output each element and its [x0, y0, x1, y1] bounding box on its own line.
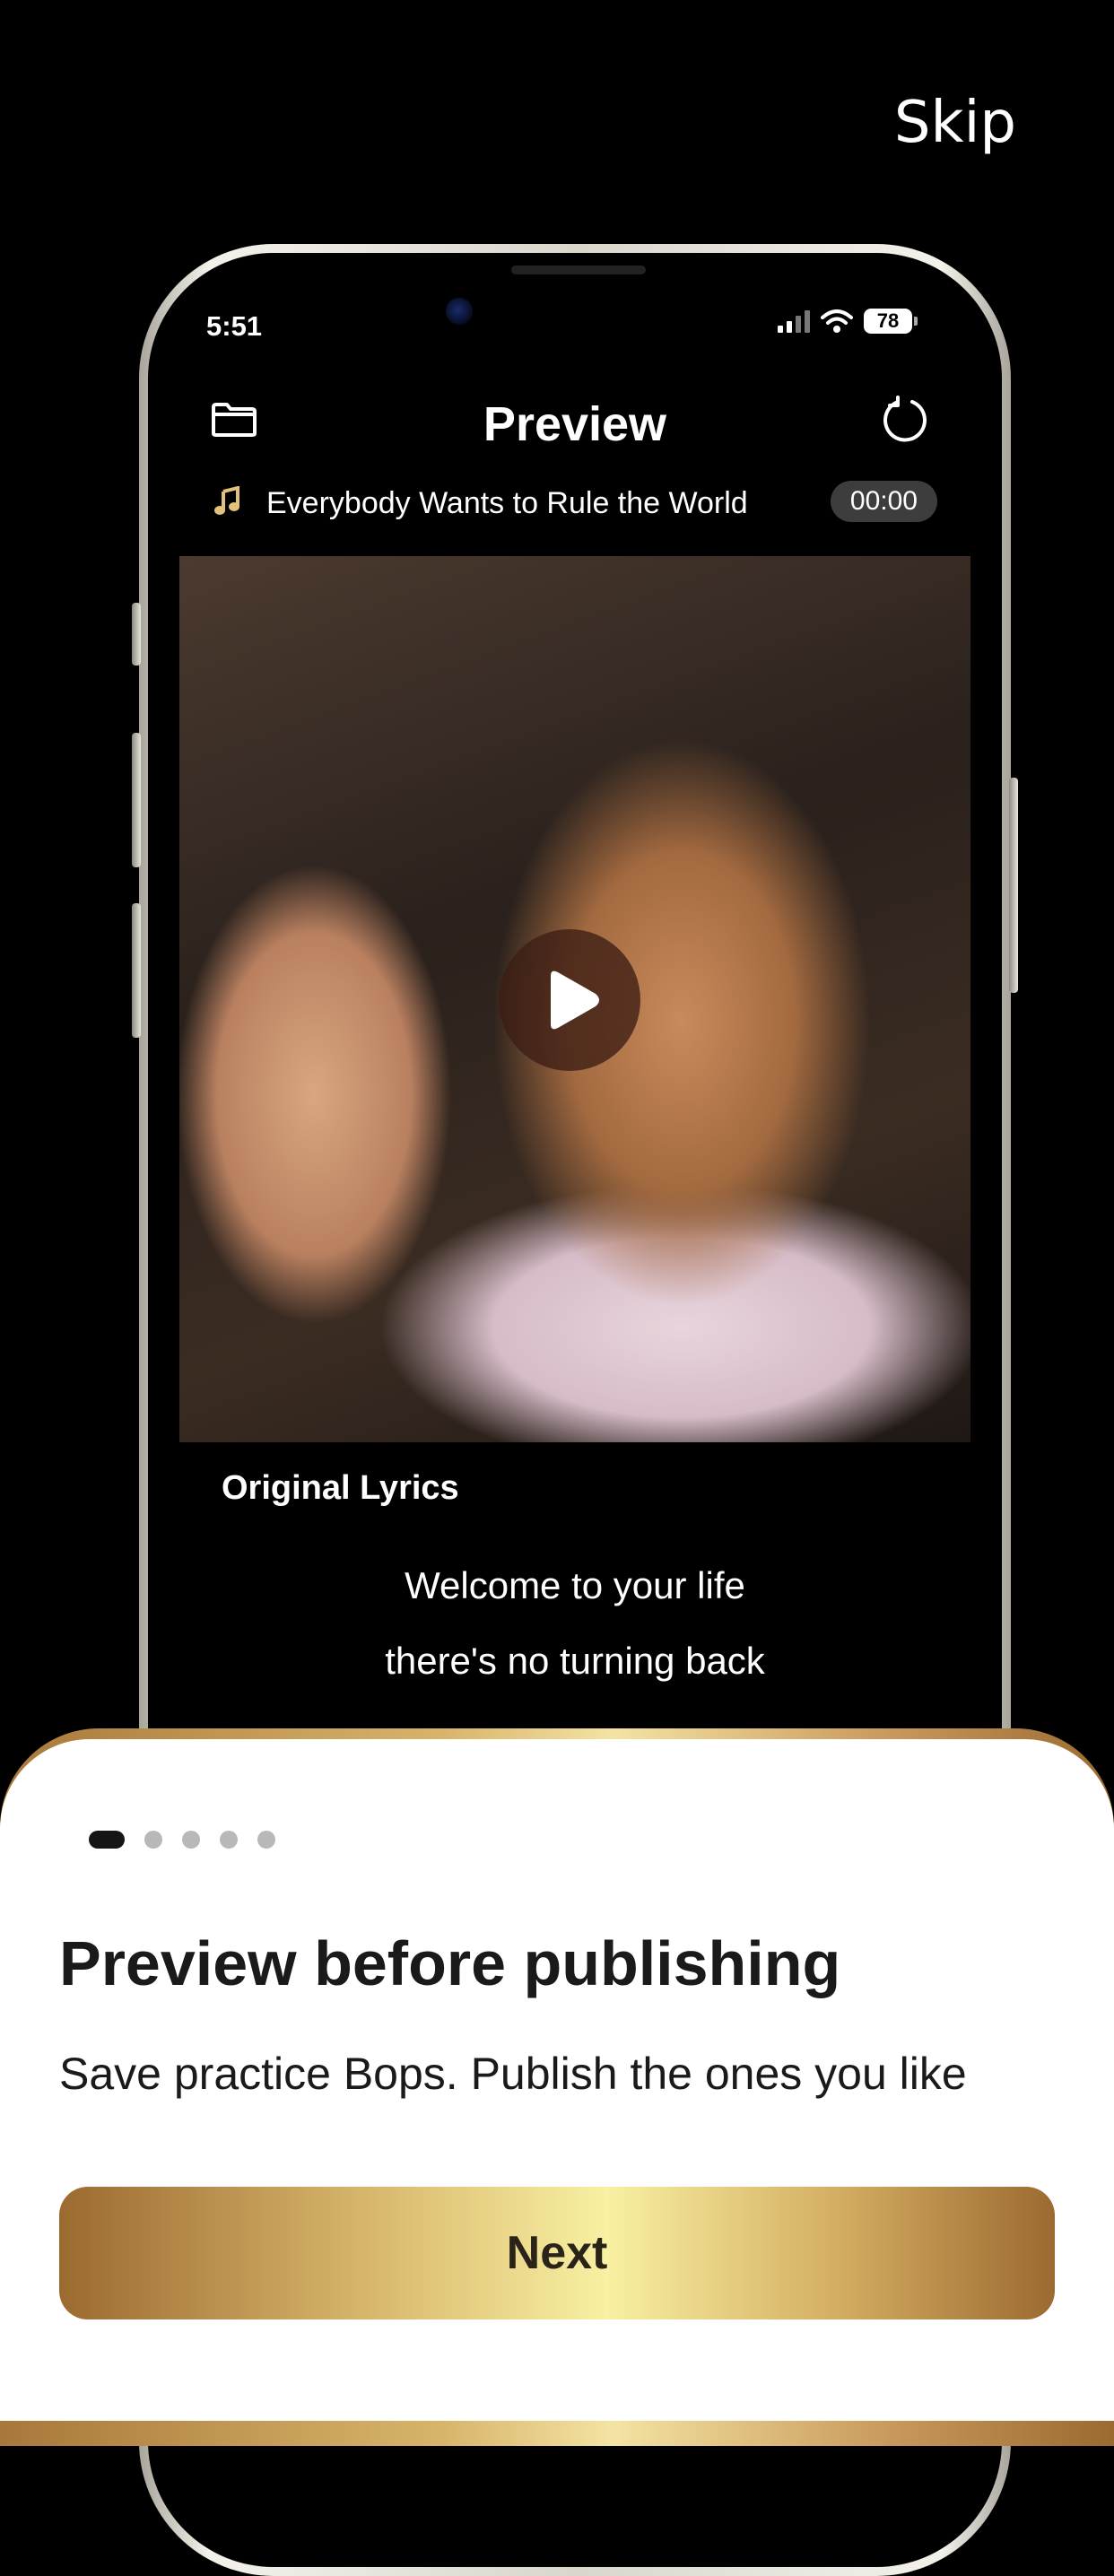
wifi-icon [821, 309, 853, 333]
song-title: Everybody Wants to Rule the World [266, 486, 748, 520]
page-title: Preview [483, 397, 667, 451]
song-row: Everybody Wants to Rule the World 00:00 [213, 475, 937, 529]
next-button[interactable]: Next [59, 2187, 1055, 2319]
page-dot [220, 1831, 238, 1849]
refresh-icon[interactable] [880, 395, 930, 445]
skip-button[interactable]: Skip [894, 90, 1016, 156]
phone-mute-switch [132, 603, 141, 666]
time-badge: 00:00 [830, 481, 937, 522]
page-dot-active [89, 1831, 125, 1849]
phone-power-button [1009, 778, 1018, 993]
front-camera [446, 298, 473, 325]
phone-volume-up [132, 733, 141, 867]
lyric-line: Welcome to your life [405, 1564, 745, 1606]
page-indicator [89, 1831, 275, 1849]
sheet-title: Preview before publishing [59, 1928, 841, 1998]
status-time: 5:51 [206, 310, 263, 342]
phone-speaker [511, 265, 646, 274]
app-header: Preview [148, 386, 1002, 457]
play-icon [551, 970, 599, 1030]
music-note-icon [214, 486, 239, 515]
page-dot [144, 1831, 162, 1849]
battery-icon: 78 [864, 309, 918, 334]
lyric-line: there's no turning back [385, 1640, 765, 1682]
bottom-sheet: Preview before publishing Save practice … [0, 1739, 1114, 2421]
status-icons: 78 [778, 309, 918, 334]
page-dot [182, 1831, 200, 1849]
sheet-subtitle: Save practice Bops. Publish the ones you… [59, 2049, 967, 2099]
page-dot [257, 1831, 275, 1849]
video-preview[interactable] [179, 556, 970, 1442]
lyrics-label: Original Lyrics [222, 1469, 459, 1507]
phone-volume-down [132, 903, 141, 1038]
play-button[interactable] [499, 929, 640, 1071]
signal-icon [778, 309, 810, 333]
